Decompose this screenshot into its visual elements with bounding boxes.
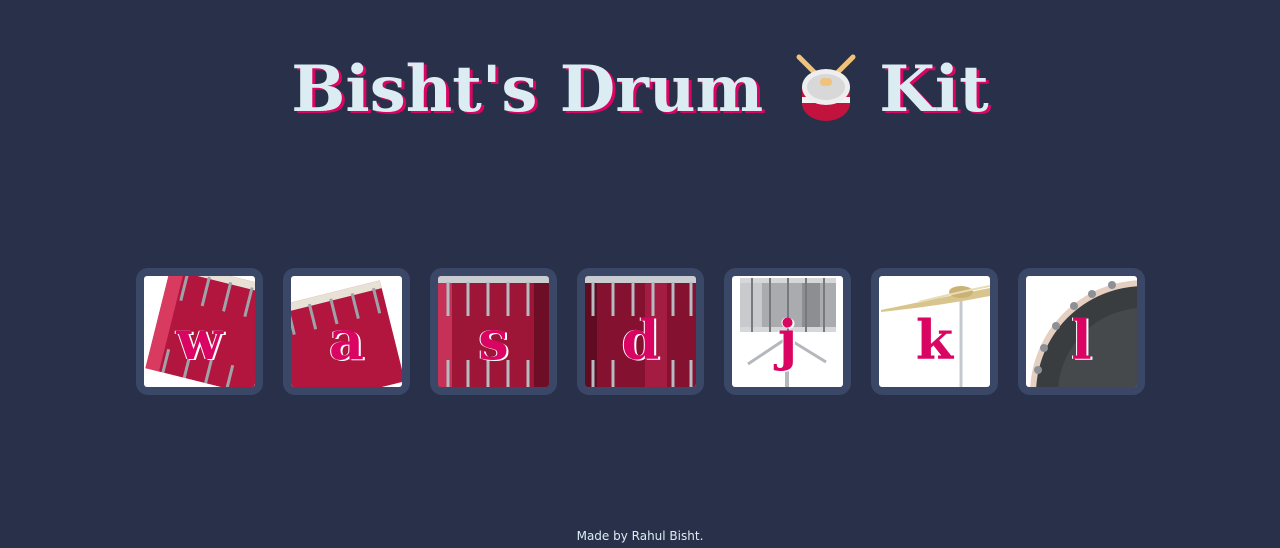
pad-key-label: d [621, 308, 660, 372]
pad-key-label: a [329, 308, 364, 372]
drum-pad-k[interactable]: k [871, 268, 998, 395]
pad-key-label: l [1071, 308, 1092, 372]
page-title: Bisht's Drum Kit [0, 52, 1280, 127]
pad-face: k [879, 276, 990, 387]
drum-pad-j[interactable]: j [724, 268, 851, 395]
title-text-end: Kit [879, 52, 989, 127]
pad-face: d [585, 276, 696, 387]
pad-key-label: w [176, 308, 223, 372]
pad-face: s [438, 276, 549, 387]
pad-face: w [144, 276, 255, 387]
drum-pad-l[interactable]: l [1018, 268, 1145, 395]
drum-pad-s[interactable]: s [430, 268, 557, 395]
title-text-start: Bisht's Drum [291, 52, 764, 127]
pad-face: l [1026, 276, 1137, 387]
drum-pad-d[interactable]: d [577, 268, 704, 395]
pad-key-label: s [478, 308, 509, 372]
pad-face: j [732, 276, 843, 387]
drum-icon [791, 53, 861, 123]
drum-pad-a[interactable]: a [283, 268, 410, 395]
footer-credit: Made by Rahul Bisht. [576, 529, 704, 543]
drum-pad-w[interactable]: w [136, 268, 263, 395]
pad-key-label: k [915, 308, 954, 372]
drum-pad-set: w a s d j k l [136, 268, 1145, 395]
pad-face: a [291, 276, 402, 387]
pad-key-label: j [777, 308, 798, 372]
